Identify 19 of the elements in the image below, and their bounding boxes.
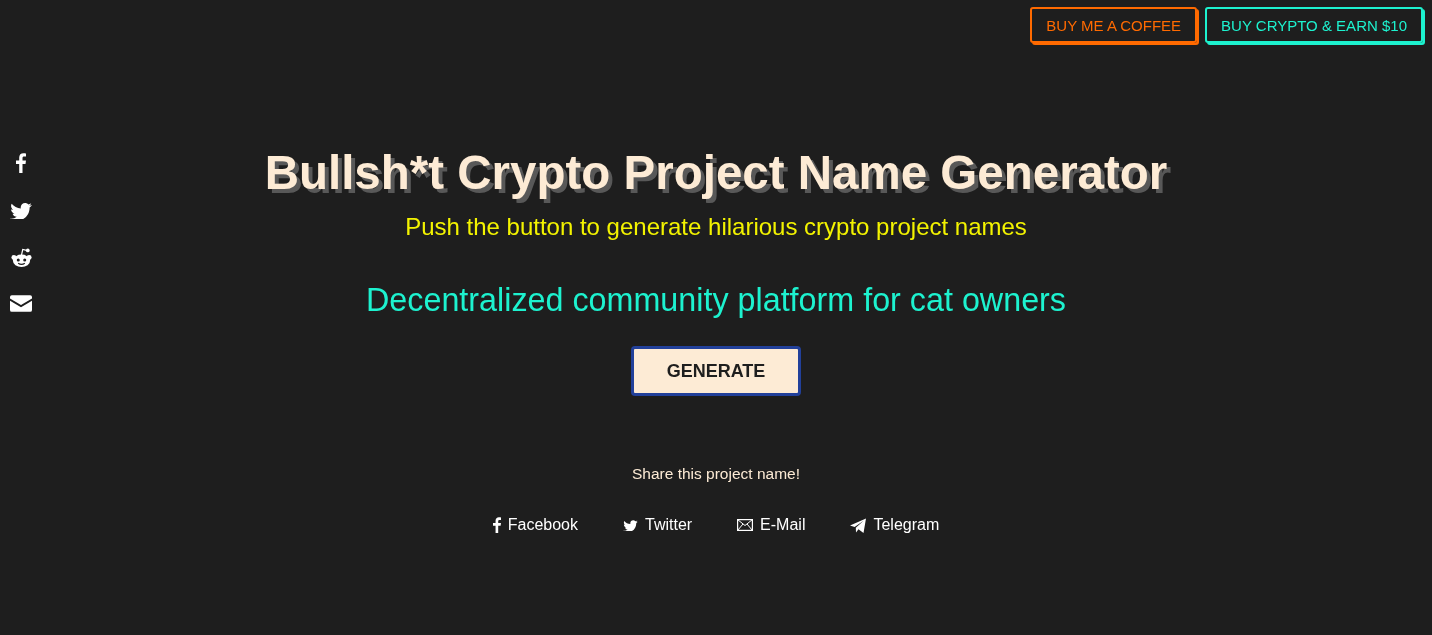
paper-plane-icon (850, 517, 867, 533)
share-link[interactable]: Facebook (492, 515, 578, 535)
share-link[interactable]: E-Mail (737, 515, 806, 535)
coffee-button[interactable]: BUY ME A COFFEE (1030, 7, 1198, 43)
mail-icon[interactable] (10, 295, 32, 312)
facebook-icon (492, 517, 501, 533)
twitter-icon (623, 519, 638, 531)
page-title: Bullsh*t Crypto Project Name Generator (264, 146, 1168, 199)
buy-crypto-button[interactable]: BUY CRYPTO & EARN $10 (1205, 7, 1423, 43)
share-link[interactable]: Telegram (850, 515, 940, 535)
subtitle: Push the button to generate hilarious crypto project names (405, 213, 1027, 241)
mail-icon (737, 519, 754, 531)
reddit-icon[interactable] (9, 247, 33, 267)
twitter-icon[interactable] (10, 201, 32, 219)
generated-name: Decentralized community platform for cat owners (366, 282, 1066, 319)
share-link[interactable]: Twitter (623, 515, 693, 535)
generate-button[interactable]: GENERATE (631, 346, 801, 396)
facebook-icon[interactable] (16, 153, 26, 173)
share-heading: Share this project name! (632, 465, 800, 483)
